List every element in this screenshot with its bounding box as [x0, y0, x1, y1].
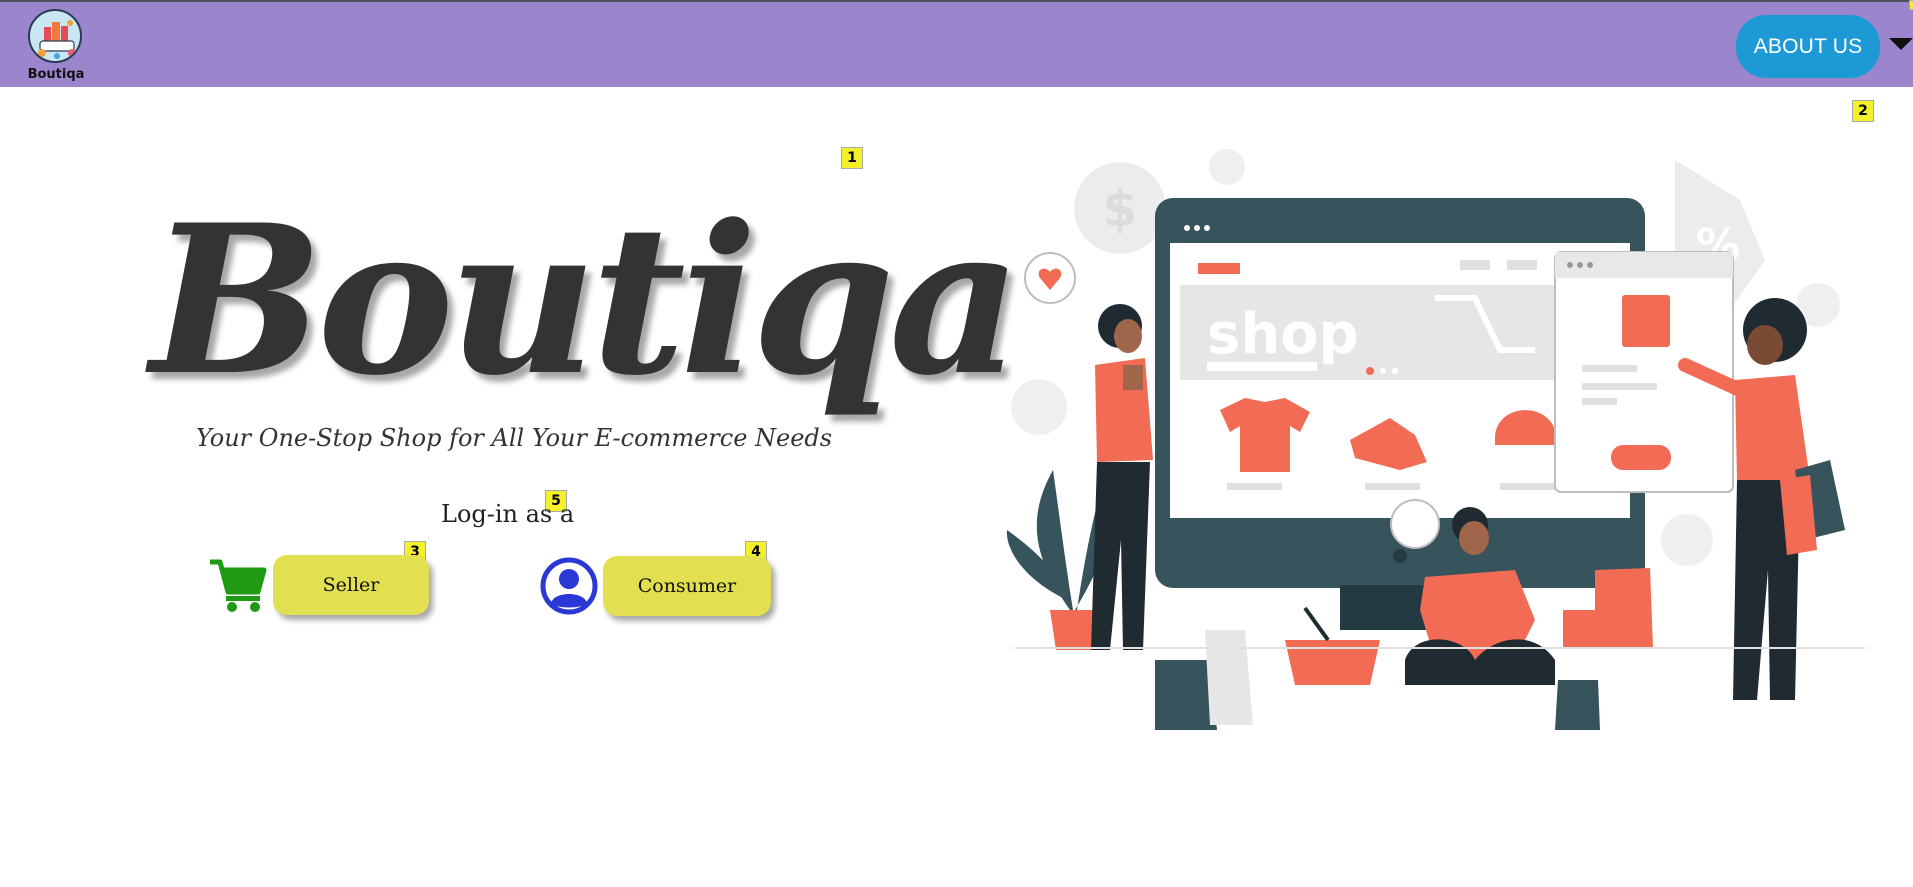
- svg-text:$: $: [1103, 180, 1138, 238]
- brand-title: Boutiqa: [150, 181, 1022, 421]
- about-us-button[interactable]: ABOUT US: [1736, 15, 1880, 78]
- marker-2: 2: [1852, 100, 1874, 122]
- top-navbar: Boutiqa ABOUT US: [0, 2, 1913, 87]
- brand-logo[interactable]: Boutiqa: [26, 7, 86, 83]
- logo-badge: [28, 9, 82, 63]
- shopping-illustration: $ % shop: [1006, 149, 1865, 730]
- consumer-button[interactable]: Consumer: [603, 556, 771, 616]
- caret-down-icon[interactable]: [1889, 38, 1913, 50]
- shop-sign-text: shop: [1207, 302, 1359, 367]
- tagline: Your One-Stop Shop for All Your E-commer…: [196, 424, 833, 452]
- user-profile-icon[interactable]: [540, 557, 598, 615]
- logo-label: Boutiqa: [27, 67, 85, 82]
- seller-button[interactable]: Seller: [273, 555, 429, 615]
- shopping-cart-icon[interactable]: [208, 556, 268, 614]
- marker-corner: [1909, 0, 1913, 10]
- marker-1: 1: [841, 147, 863, 169]
- login-prompt: Log-in as a: [441, 500, 575, 528]
